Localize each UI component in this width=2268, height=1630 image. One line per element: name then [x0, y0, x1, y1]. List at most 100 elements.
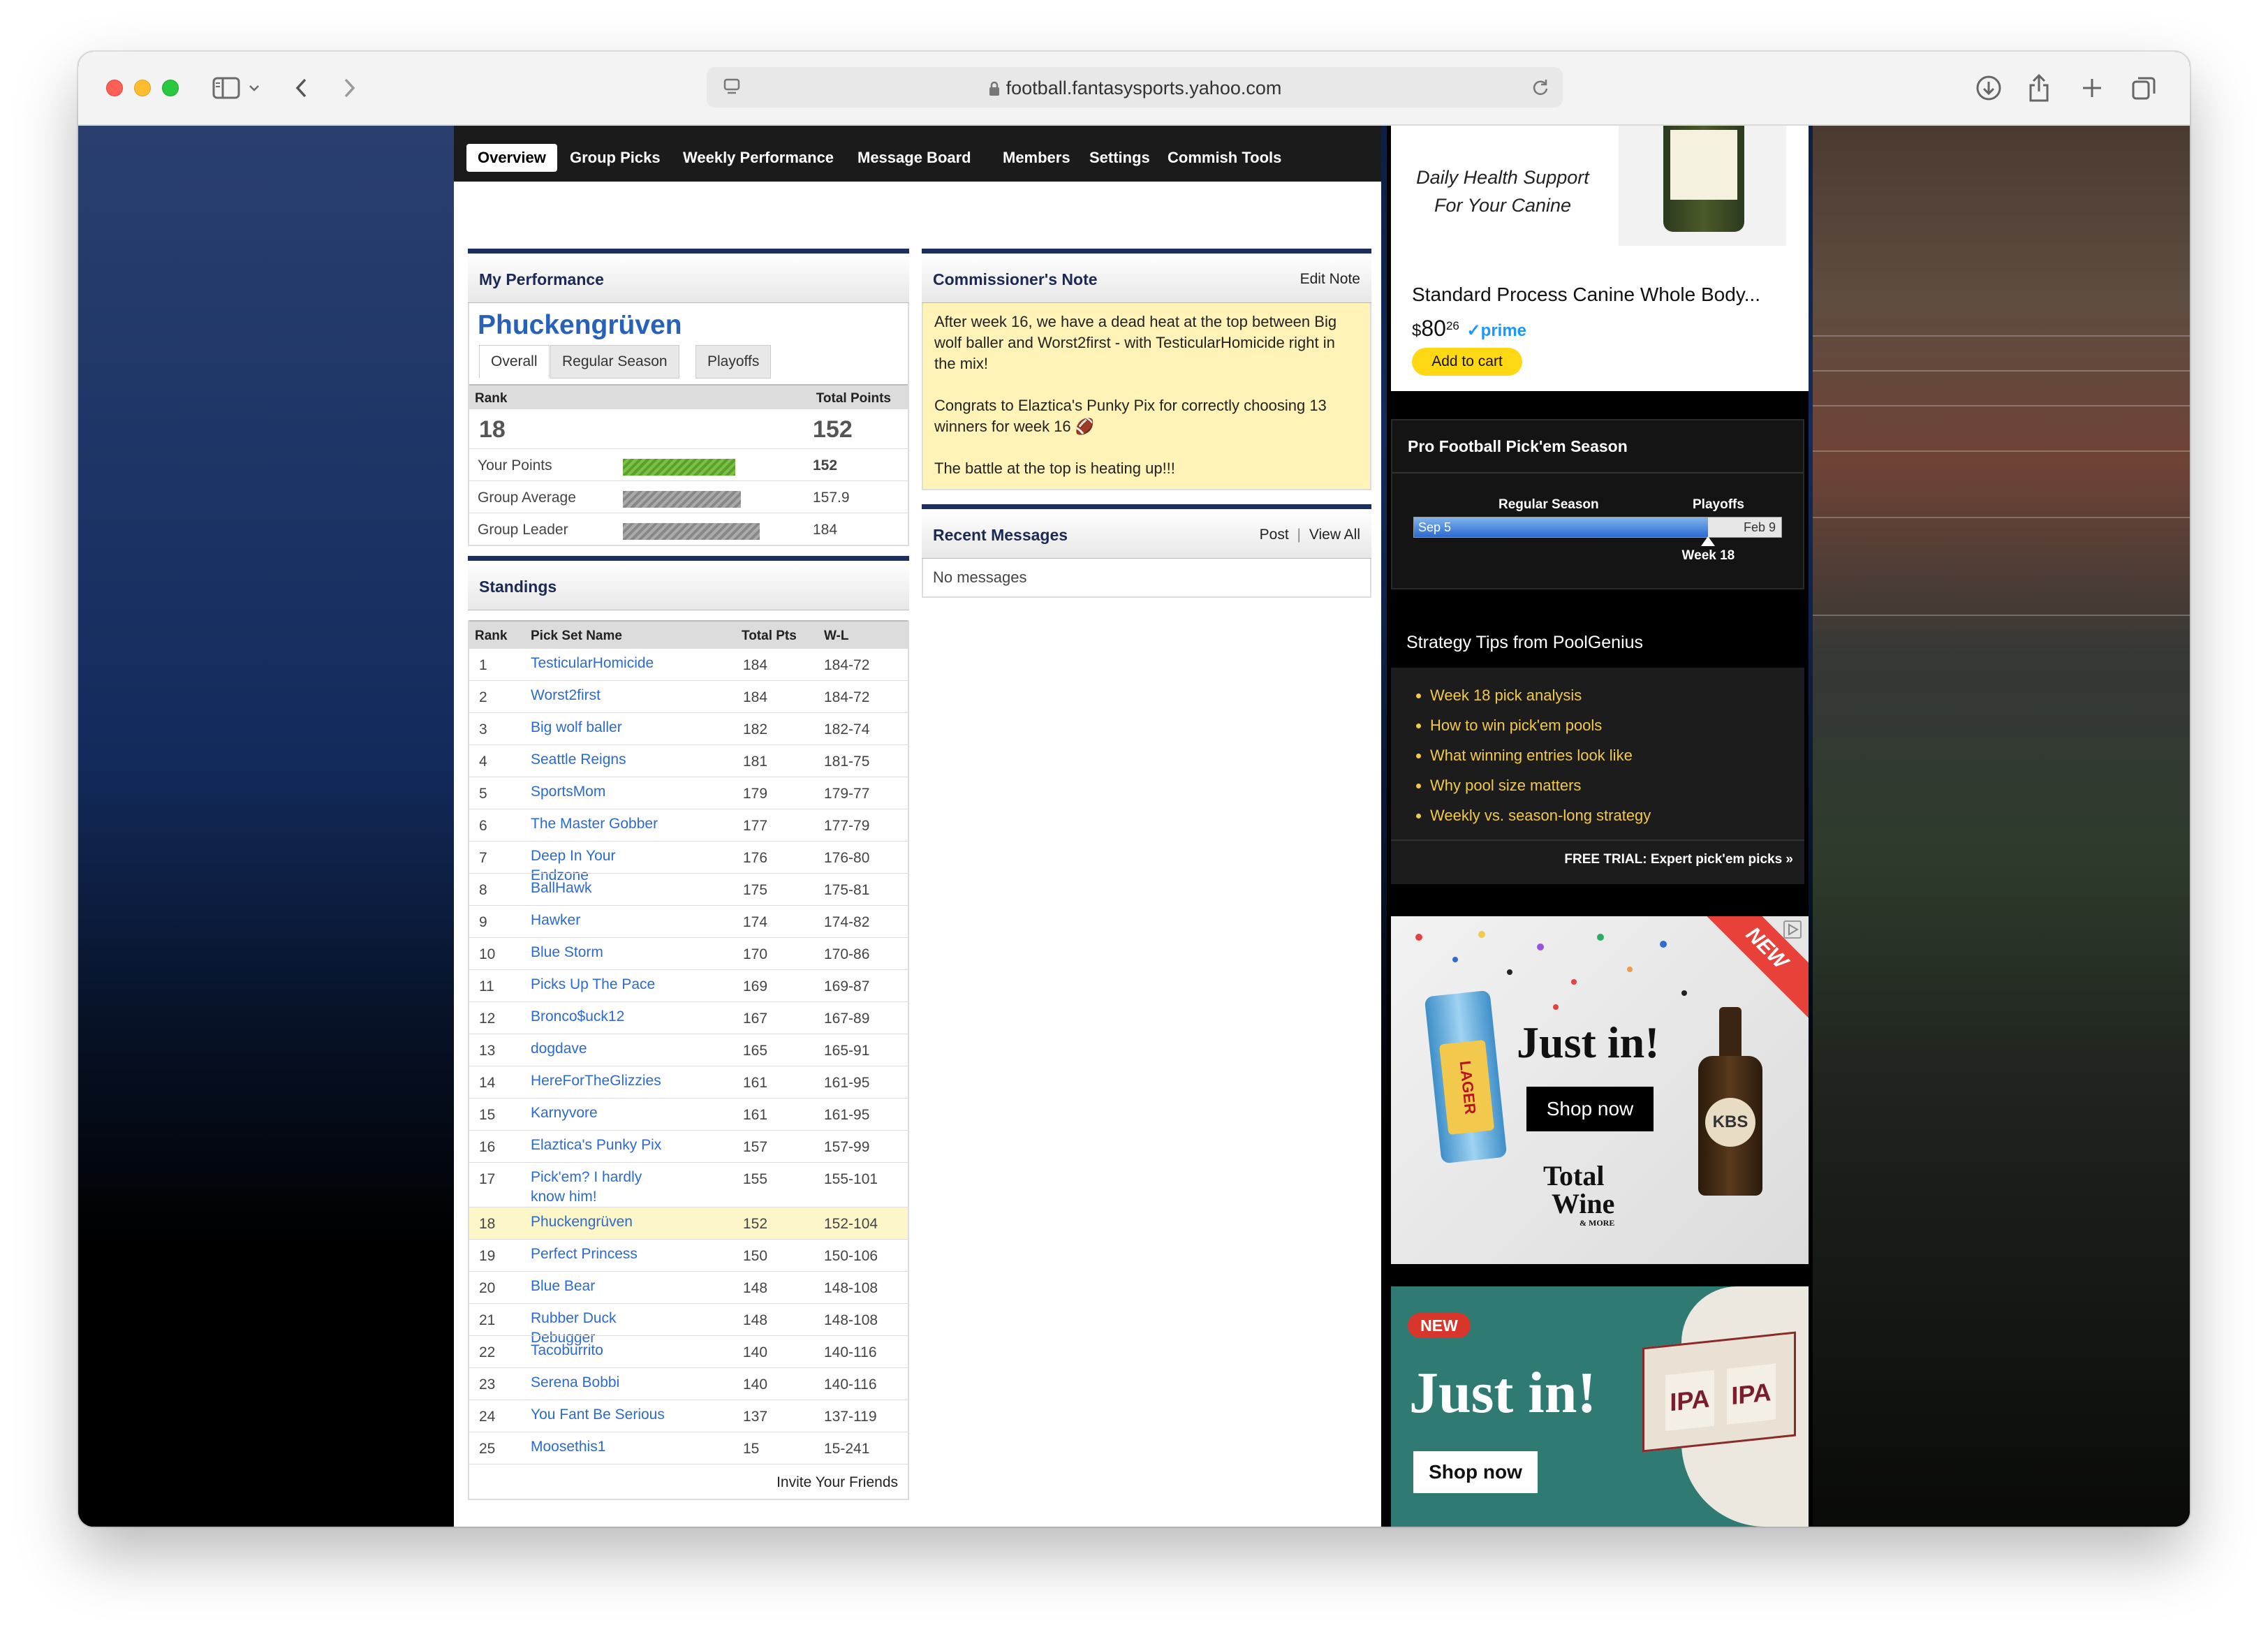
tip-link[interactable]: Weekly vs. season-long strategy	[1430, 800, 1651, 830]
standings-table-header: Rank Pick Set Name Total Pts W-L	[469, 620, 908, 648]
current-week-marker: Week 18	[1659, 536, 1757, 564]
middle-column: Commissioner's Note Edit Note After week…	[922, 249, 1371, 598]
row-value: 157.9	[813, 490, 850, 506]
tip-link[interactable]: How to win pick'em pools	[1430, 710, 1651, 740]
pick-set-name-link[interactable]: Moosethis1	[531, 1437, 670, 1457]
post-link[interactable]: Post	[1260, 527, 1289, 543]
back-icon[interactable]	[288, 70, 316, 106]
tab-commish-tools[interactable]: Commish Tools	[1156, 144, 1293, 172]
reload-icon[interactable]	[1528, 69, 1553, 105]
wl-cell: 176-80	[824, 850, 870, 866]
panel-title: Recent Messages	[933, 526, 1068, 544]
pick-set-name-link[interactable]: Perfect Princess	[531, 1244, 670, 1264]
pick-set-name-link[interactable]: Hawker	[531, 911, 670, 930]
pick-set-name-link[interactable]: The Master Gobber	[531, 814, 670, 834]
pick-set-name-link[interactable]: Bronco$uck12	[531, 1007, 670, 1027]
pick-set-name-link[interactable]: dogdave	[531, 1039, 670, 1059]
shop-now-button[interactable]: Shop now	[1413, 1451, 1538, 1493]
ipa-ad[interactable]: NEW Just in! Shop now IPA IPA	[1391, 1286, 1809, 1527]
shop-now-button[interactable]: Shop now	[1526, 1087, 1654, 1131]
wl-cell: 152-104	[824, 1216, 878, 1232]
tab-overview[interactable]: Overview	[466, 144, 557, 172]
total-pts-cell: 148	[743, 1280, 768, 1296]
pick-set-name-link[interactable]: Elaztica's Punky Pix	[531, 1136, 670, 1155]
standings-panel: Rank Pick Set Name Total Pts W-L 1 Testic…	[468, 620, 909, 1500]
amazon-product-ad[interactable]: Daily Health Support For Your Canine Sta…	[1391, 126, 1809, 391]
wl-cell: 150-106	[824, 1248, 878, 1264]
rank-cell: 25	[479, 1441, 496, 1457]
rank-cell: 11	[479, 978, 494, 994]
pick-set-name-link[interactable]: Tacoburrito	[531, 1341, 670, 1360]
product-title[interactable]: Standard Process Canine Whole Body...	[1412, 284, 1760, 306]
wl-cell: 167-89	[824, 1011, 870, 1027]
rank-label: Rank	[475, 391, 508, 406]
table-row: 14 HereForTheGlizzies 161 161-95	[469, 1066, 908, 1098]
recent-messages-header: Recent Messages Post | View All	[922, 504, 1371, 559]
pick-set-name-link[interactable]: You Fant Be Serious	[531, 1405, 670, 1425]
standings-footer: Invite Your Friends	[469, 1464, 908, 1499]
wl-cell: 177-79	[824, 818, 870, 834]
table-row: 22 Tacoburrito 140 140-116	[469, 1335, 908, 1367]
logo-line: Total	[1543, 1160, 1605, 1191]
close-window-button[interactable]	[106, 80, 123, 96]
chevron-down-icon[interactable]	[246, 70, 263, 106]
widget-title: Pro Football Pick'em Season	[1408, 437, 1628, 455]
wl-cell: 15-241	[824, 1441, 870, 1457]
free-trial-link[interactable]: FREE TRIAL: Expert pick'em picks »	[1564, 852, 1793, 867]
team-name: Phuckengrüven	[478, 310, 682, 340]
total-pts-cell: 184	[743, 689, 768, 705]
tab-message-board[interactable]: Message Board	[846, 144, 982, 172]
total-pts-cell: 15	[743, 1441, 760, 1457]
edit-note-link[interactable]: Edit Note	[1300, 271, 1360, 288]
pick-set-name-link[interactable]: Blue Storm	[531, 943, 670, 962]
pick-set-name-link[interactable]: Seattle Reigns	[531, 750, 670, 770]
pick-set-name-link[interactable]: Pick'em? I hardly know him!	[531, 1168, 670, 1207]
tip-link[interactable]: Week 18 pick analysis	[1430, 680, 1651, 710]
pick-set-name-link[interactable]: Serena Bobbi	[531, 1373, 670, 1393]
tab-regular-season[interactable]: Regular Season	[550, 345, 679, 379]
address-bar[interactable]: football.fantasysports.yahoo.com	[707, 67, 1563, 108]
col-total-pts: Total Pts	[742, 629, 797, 643]
sidebar-toggle-icon[interactable]	[208, 70, 244, 106]
can-label: LAGER	[1438, 1039, 1495, 1136]
tab-members[interactable]: Members	[992, 144, 1082, 172]
share-icon[interactable]	[2022, 70, 2056, 106]
forward-icon[interactable]	[335, 70, 363, 106]
zoom-window-button[interactable]	[162, 80, 179, 96]
rank-cell: 15	[479, 1107, 496, 1123]
table-row: 12 Bronco$uck12 167 167-89	[469, 1001, 908, 1034]
pick-set-name-link[interactable]: Phuckengrüven	[531, 1212, 670, 1232]
pick-set-name-link[interactable]: Karnyvore	[531, 1103, 670, 1123]
wl-cell: 140-116	[824, 1376, 877, 1393]
pick-set-name-link[interactable]: Big wolf baller	[531, 718, 670, 737]
new-tab-icon[interactable]	[2075, 70, 2109, 106]
wl-cell: 179-77	[824, 786, 870, 802]
tab-overall[interactable]: Overall	[479, 345, 550, 379]
pick-set-name-link[interactable]: BallHawk	[531, 879, 670, 898]
tab-weekly-performance[interactable]: Weekly Performance	[672, 144, 845, 172]
minimize-window-button[interactable]	[134, 80, 151, 96]
total-pts-cell: 177	[743, 818, 768, 834]
tab-group-picks[interactable]: Group Picks	[559, 144, 672, 172]
invite-friends-link[interactable]: Invite Your Friends	[776, 1474, 898, 1491]
ad-headline: Just in!	[1409, 1360, 1597, 1425]
pick-set-name-link[interactable]: SportsMom	[531, 782, 670, 802]
col-wl: W-L	[824, 629, 849, 643]
pick-set-name-link[interactable]: Blue Bear	[531, 1277, 670, 1296]
tab-playoffs[interactable]: Playoffs	[695, 345, 772, 379]
download-icon[interactable]	[1972, 70, 2005, 106]
pick-set-name-link[interactable]: HereForTheGlizzies	[531, 1071, 670, 1091]
tab-settings[interactable]: Settings	[1078, 144, 1161, 172]
tab-overview-icon[interactable]	[2127, 70, 2160, 106]
tip-link[interactable]: Why pool size matters	[1430, 770, 1651, 800]
total-wine-ad[interactable]: NEW LAGER Just in! Shop now Total Wine &…	[1391, 916, 1809, 1264]
tip-link[interactable]: What winning entries look like	[1430, 740, 1651, 770]
add-to-cart-button[interactable]: Add to cart	[1412, 348, 1522, 376]
wl-cell: 137-119	[824, 1409, 877, 1425]
pick-set-name-link[interactable]: TesticularHomicide	[531, 654, 670, 673]
pick-set-name-link[interactable]: Picks Up The Pace	[531, 975, 670, 994]
tagline-line: For Your Canine	[1434, 195, 1572, 216]
pick-set-name-link[interactable]: Worst2first	[531, 686, 670, 705]
view-all-link[interactable]: View All	[1309, 527, 1360, 543]
total-pts-cell: 137	[743, 1409, 768, 1425]
